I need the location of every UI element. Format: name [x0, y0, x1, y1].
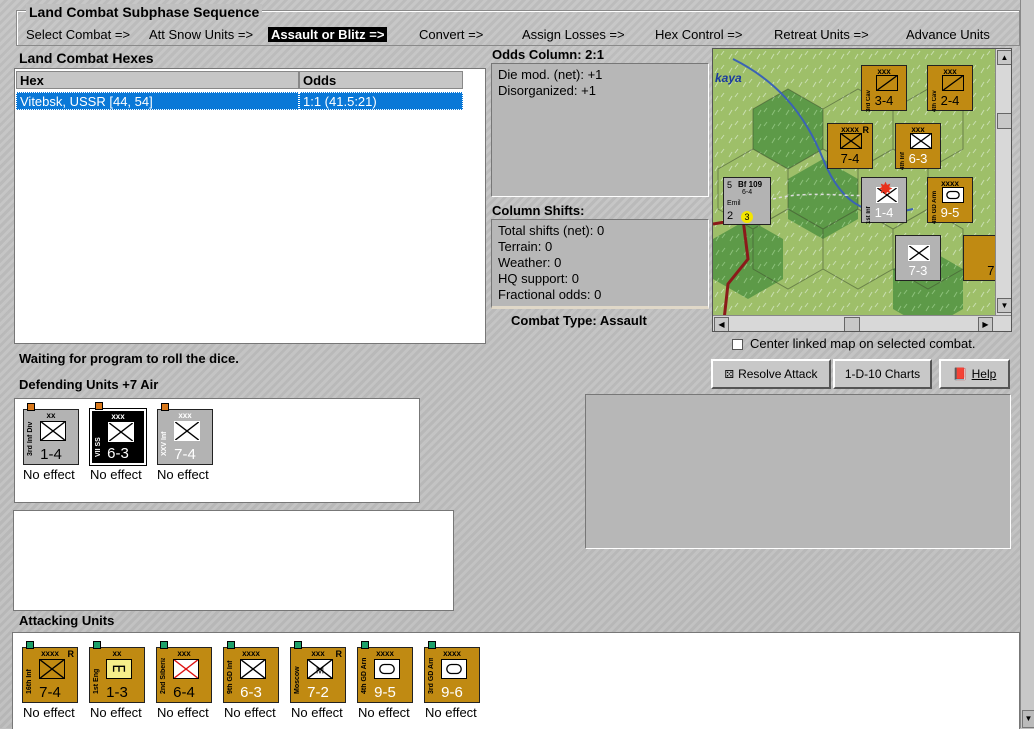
odds-panel: Die mod. (net): +1 Disorganized: +1	[491, 63, 709, 197]
shift-total: Total shifts (net): 0	[498, 223, 605, 238]
shifts-title: Column Shifts:	[492, 203, 585, 218]
window-scrollbar[interactable]: ▼	[1020, 0, 1034, 728]
attacking-effect: No effect	[224, 705, 276, 720]
map-horizontal-scrollbar[interactable]: ◀ ▶	[713, 315, 1011, 331]
step-advance-units[interactable]: Advance Units	[906, 27, 990, 42]
scroll-down-icon[interactable]: ▼	[997, 298, 1011, 313]
step-att-snow-units[interactable]: Att Snow Units =>	[149, 27, 253, 42]
map-unit-4th-inf[interactable]: xxx 4th Inf 6-3	[895, 123, 941, 170]
defending-units-panel: xx 3rd Inf Div 1-4 No effect xxx VII SS …	[14, 398, 420, 503]
attacking-title: Attacking Units	[19, 613, 115, 628]
shifts-panel: Total shifts (net): 0 Terrain: 0 Weather…	[491, 219, 709, 309]
combat-results-panel	[585, 394, 1011, 549]
step-assign-losses[interactable]: Assign Losses =>	[522, 27, 625, 42]
resolve-attack-button[interactable]: ⚄ Resolve Attack	[711, 359, 831, 389]
mini-map[interactable]: kaya xxx 3rd Cav 3-4 xxx 4th Cav 2-4 xxx…	[712, 48, 1012, 332]
defending-effect: No effect	[157, 467, 209, 482]
attacking-unit-2nd-siberian[interactable]: xxx 2nd Siberian 6-4	[156, 641, 212, 703]
attacking-effect: No effect	[90, 705, 142, 720]
defending-unit-vii-ss[interactable]: xxx VII SS 6-3	[89, 402, 147, 466]
window-scroll-down-icon[interactable]: ▼	[1022, 710, 1034, 728]
map-unit-4th-gd-arm[interactable]: xxxx 4th GD Arm 9-5	[927, 177, 973, 224]
odds-line-die-mod: Die mod. (net): +1	[498, 67, 603, 82]
defending-effect: No effect	[23, 467, 75, 482]
hexes-title: Land Combat Hexes	[19, 50, 154, 66]
scroll-up-icon[interactable]: ▲	[997, 50, 1011, 65]
shift-weather: Weather: 0	[498, 255, 562, 270]
map-unit-3rd-cav[interactable]: xxx 3rd Cav 3-4	[861, 65, 907, 112]
map-unit-1st-inf[interactable]: 1st Inf ✸ 1-4	[861, 177, 907, 224]
hex-row-odds[interactable]: 1:1 (41.5:21)	[299, 92, 463, 110]
map-vertical-scrollbar[interactable]: ▲ ▼	[995, 49, 1011, 315]
step-assault-or-blitz[interactable]: Assault or Blitz =>	[268, 27, 388, 42]
attacking-effect: No effect	[425, 705, 477, 720]
svg-text:M: M	[316, 666, 324, 677]
attacking-unit-9th-gd-inf[interactable]: xxxx 9th GD Inf 6-3	[223, 641, 279, 703]
attacking-effect: No effect	[358, 705, 410, 720]
attacking-units-panel: xxxx R 16th Inf 7-4 No effect xx 1st Eng…	[12, 632, 1020, 729]
sequence-title: Land Combat Subphase Sequence	[26, 4, 263, 20]
shift-terrain: Terrain: 0	[498, 239, 553, 254]
defending-unit-3rd-inf-div[interactable]: xx 3rd Inf Div 1-4	[23, 403, 79, 465]
attacking-effect: No effect	[157, 705, 209, 720]
defending-title: Defending Units +7 Air	[19, 377, 159, 392]
odds-title: Odds Column: 2:1	[492, 47, 604, 62]
attacking-unit-3rd-gd-arm[interactable]: xxxx 3rd GD Arm 9-6	[424, 641, 480, 703]
vertical-scroll-thumb[interactable]	[997, 113, 1011, 129]
step-hex-control[interactable]: Hex Control =>	[655, 27, 742, 42]
scroll-left-icon[interactable]: ◀	[714, 317, 729, 331]
attacking-unit-4th-gd-arm[interactable]: xxxx 4th GD Arm 9-5	[357, 641, 413, 703]
charts-button[interactable]: 1-D-10 Charts	[833, 359, 932, 389]
map-unit-grey-7-3[interactable]: 7-3	[895, 235, 941, 281]
hex-row-name[interactable]: Vitebsk, USSR [44, 54]	[16, 92, 299, 110]
combat-explosion-icon: ✸	[878, 179, 894, 199]
map-town-label: kaya	[715, 71, 742, 85]
air-badge: 3	[741, 211, 753, 223]
combat-type: Combat Type: Assault	[511, 313, 647, 328]
attacking-unit-16th-inf[interactable]: xxxx R 16th Inf 7-4	[22, 641, 78, 703]
defending-effect: No effect	[90, 467, 142, 482]
combat-info-panel	[13, 510, 454, 611]
help-button[interactable]: 📕 Help	[939, 359, 1010, 389]
attacking-effect: No effect	[291, 705, 343, 720]
odds-line-disorganized: Disorganized: +1	[498, 83, 596, 98]
center-map-checkbox[interactable]	[732, 339, 743, 350]
center-map-label: Center linked map on selected combat.	[750, 336, 976, 351]
map-unit-4th-cav[interactable]: xxx 4th Cav 2-4	[927, 65, 973, 112]
hexes-table: Hex Odds Vitebsk, USSR [44, 54] 1:1 (41.…	[14, 68, 486, 344]
defending-unit-xxv-inf[interactable]: xxx XXV Inf 7-4	[157, 403, 213, 465]
status-text: Waiting for program to roll the dice.	[19, 351, 239, 366]
attacking-effect: No effect	[23, 705, 75, 720]
horizontal-scroll-thumb[interactable]	[844, 317, 860, 331]
attacking-unit-moscow[interactable]: xxx R Moscow M 7-2	[290, 641, 346, 703]
help-book-icon: 📕	[952, 367, 968, 381]
dice-icon: ⚄	[724, 368, 735, 381]
step-retreat-units[interactable]: Retreat Units =>	[774, 27, 869, 42]
map-unit-army[interactable]: xxxx R 7-4	[827, 123, 873, 169]
scroll-right-icon[interactable]: ▶	[978, 317, 993, 331]
shift-fractional-odds: Fractional odds: 0	[498, 287, 602, 302]
map-unit-bf109-air[interactable]: 5 Bf 109 6-4 Emil 2 3	[723, 177, 771, 225]
hexes-col-odds[interactable]: Odds	[299, 71, 463, 89]
step-select-combat[interactable]: Select Combat =>	[26, 27, 130, 42]
shift-hq-support: HQ support: 0	[498, 271, 579, 286]
hexes-col-hex[interactable]: Hex	[16, 71, 299, 89]
step-convert[interactable]: Convert =>	[419, 27, 483, 42]
attacking-unit-1st-eng[interactable]: xx 1st Eng 1-3	[89, 641, 145, 703]
